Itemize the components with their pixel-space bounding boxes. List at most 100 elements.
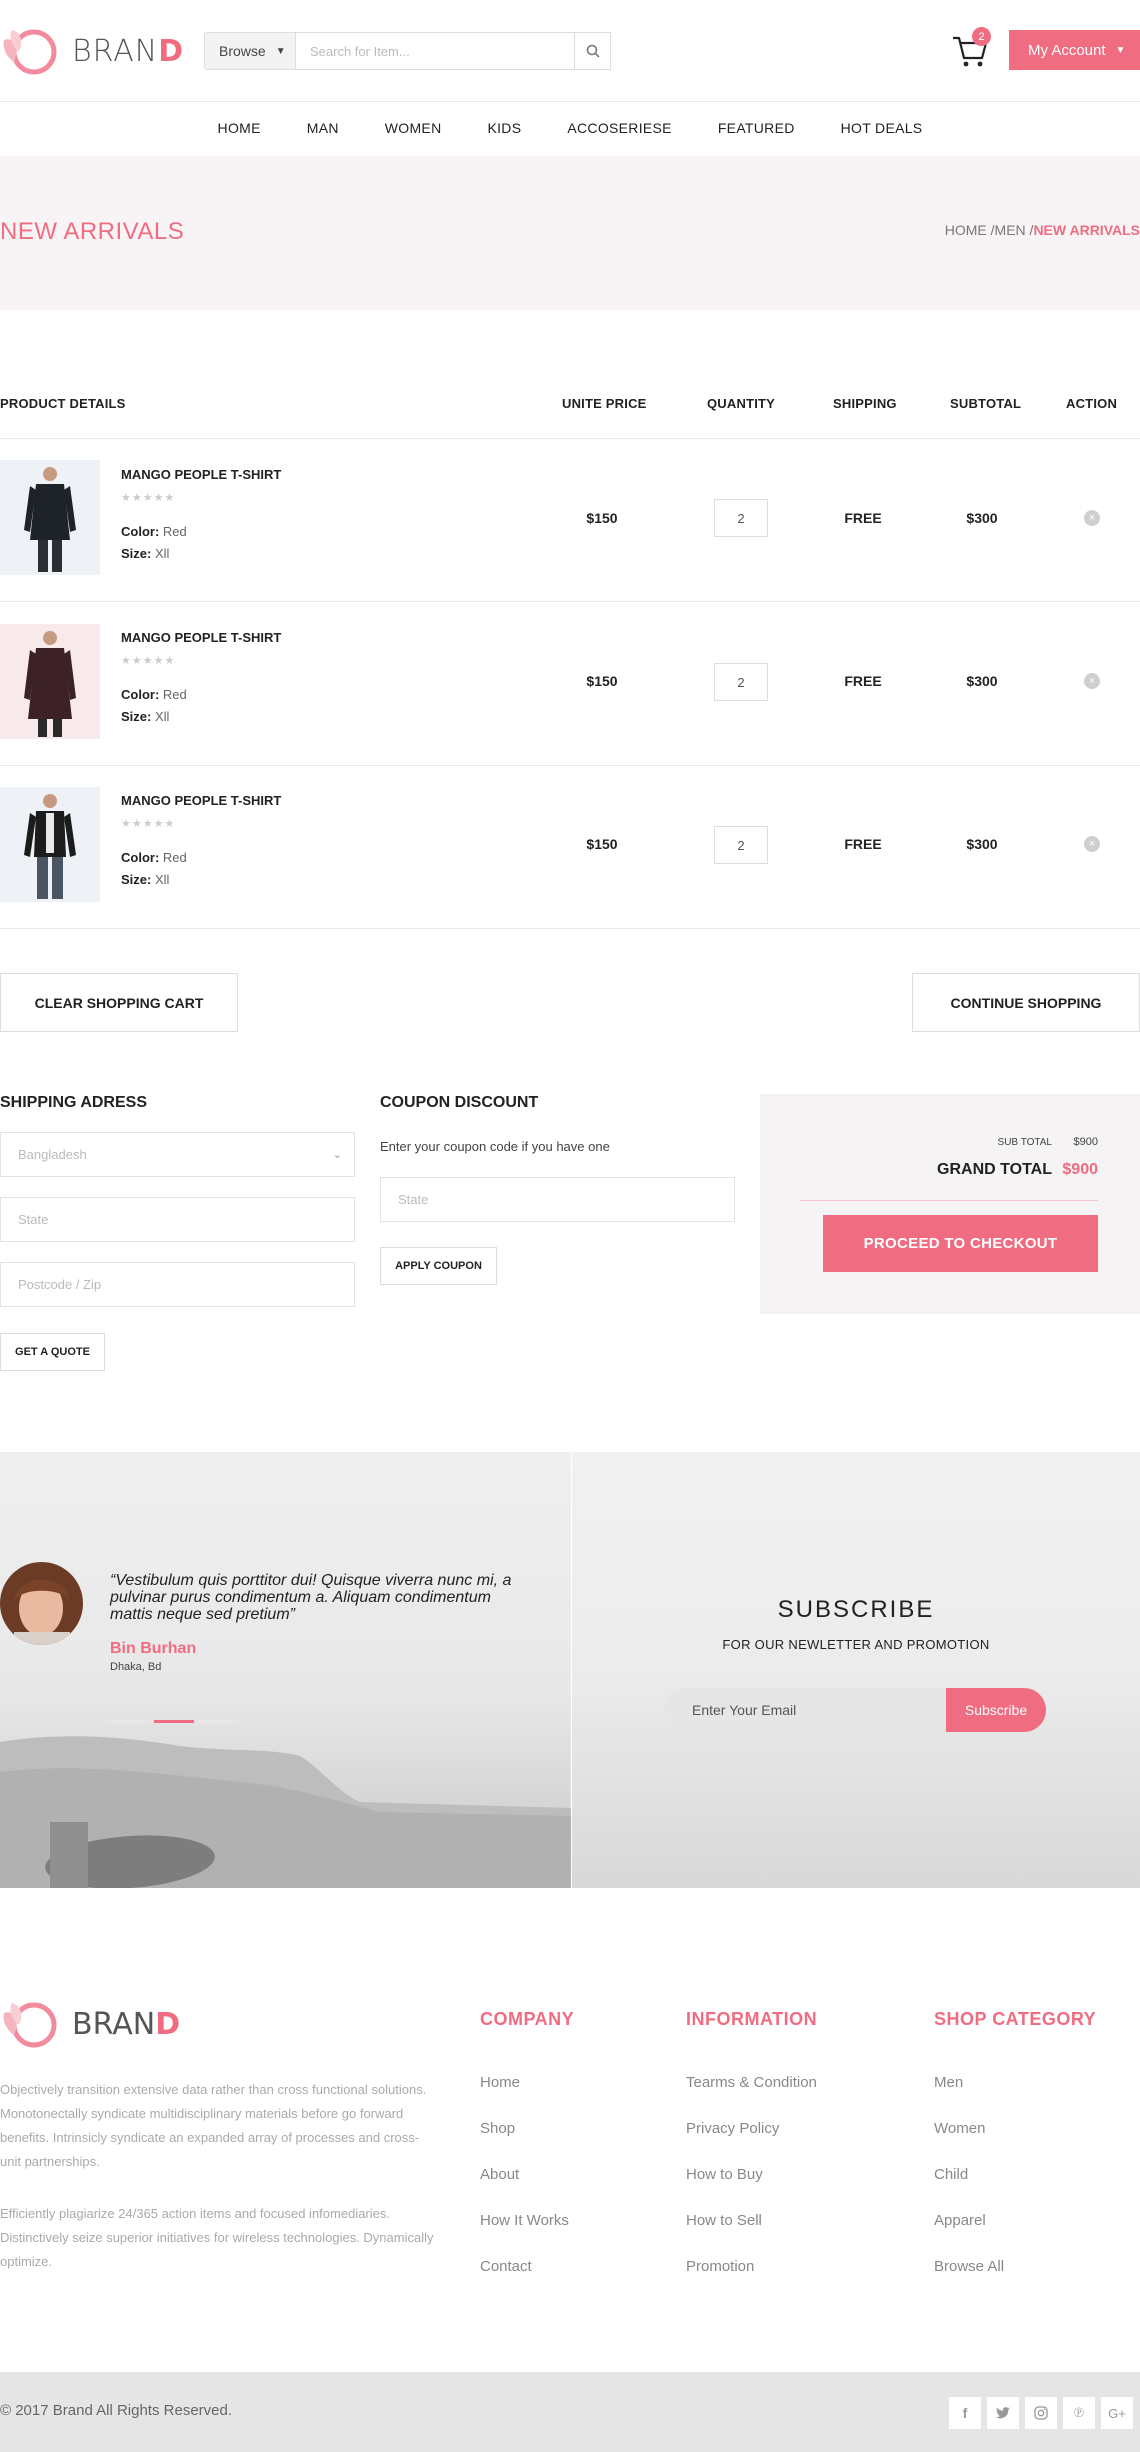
state-field[interactable]: State [0,1197,355,1242]
unit-price: $150 [586,836,618,852]
search-button[interactable] [575,32,611,70]
footer-brand-name[interactable]: BRAND [72,2007,180,2042]
footer-link-apparel[interactable]: Apparel [934,2212,986,2229]
nav-hot-deals[interactable]: HOT DEALS [818,102,946,154]
breadcrumb-men[interactable]: MEN [995,222,1026,238]
get-quote-button[interactable]: GET A QUOTE [0,1333,105,1371]
main-nav: HOME MAN WOMEN KIDS ACCOSERIESE FEATURED… [0,102,1140,154]
header-product-details: PRODUCT DETAILS [0,396,126,411]
brand-name[interactable]: BRAND [72,34,184,69]
footer-link-terms[interactable]: Tearms & Condition [686,2074,817,2091]
subscribe-title: SUBSCRIBE [777,1596,935,1623]
footer-link-child[interactable]: Child [934,2166,968,2183]
table-divider [0,438,1140,439]
product-size: Size: Xll [121,709,170,724]
unit-price: $150 [586,673,618,689]
header-subtotal: SUBTOTAL [950,396,1022,411]
product-name[interactable]: MANGO PEOPLE T-SHIRT [121,793,281,808]
footer-link-how-it-works[interactable]: How It Works [480,2212,569,2229]
footer-link-browse-all[interactable]: Browse All [934,2258,1004,2275]
nav-kids[interactable]: KIDS [464,102,544,154]
page-title: NEW ARRIVALS [0,218,185,245]
header-action: ACTION [1066,396,1118,411]
subscribe-button[interactable]: Subscribe [946,1688,1046,1732]
caret-down-icon: ▼ [1115,44,1126,56]
footer-logo-icon[interactable] [0,1995,60,2055]
header-shipping: SHIPPING [833,396,897,411]
quantity-input[interactable]: 2 [714,663,768,701]
product-image[interactable] [0,624,100,739]
footer-link-women[interactable]: Women [934,2120,985,2137]
footer-link-men[interactable]: Men [934,2074,963,2091]
footer-about-text: Objectively transition extensive data ra… [0,2082,427,2169]
carousel-dot[interactable] [110,1720,150,1723]
star-rating: ★★★★★ [121,818,176,830]
subtotal-value: $300 [966,836,998,852]
search-input[interactable]: Search for Item... [295,32,575,70]
email-input[interactable]: Enter Your Email [664,1688,946,1732]
twitter-icon[interactable] [987,2397,1019,2429]
footer-company-title: COMPANY [480,2009,575,2029]
coupon-title: COUPON DISCOUNT [380,1094,539,1111]
breadcrumb-home[interactable]: HOME [945,222,987,238]
remove-item-icon[interactable]: × [1084,510,1100,526]
product-image[interactable] [0,787,100,902]
summary-divider [800,1200,1098,1201]
cart-count-badge: 2 [972,27,991,46]
my-account-button[interactable]: My Account ▼ [1009,30,1140,70]
google-plus-icon[interactable]: G+ [1101,2397,1133,2429]
remove-item-icon[interactable]: × [1084,673,1100,689]
product-image[interactable] [0,460,100,575]
subtotal-amount: $900 [1073,1136,1098,1148]
pinterest-icon[interactable]: ℗ [1063,2397,1095,2429]
zip-field[interactable]: Postcode / Zip [0,1262,355,1307]
footer-link-contact[interactable]: Contact [480,2258,532,2275]
breadcrumb: HOME /MEN /NEW ARRIVALS [944,222,1140,238]
promo-section [0,1452,1140,1888]
coupon-hint: Enter your coupon code if you have one [380,1139,610,1154]
coupon-field[interactable]: State [380,1177,735,1222]
remove-item-icon[interactable]: × [1084,836,1100,852]
footer-about-text-2: Efficiently plagiarize 24/365 action ite… [0,2206,434,2269]
clear-cart-button[interactable]: CLEAR SHOPPING CART [0,973,238,1032]
quantity-input[interactable]: 2 [714,499,768,537]
browse-dropdown[interactable]: Browse ▼ [204,32,295,70]
nav-accessories[interactable]: ACCOSERIESE [544,102,694,154]
proceed-checkout-button[interactable]: PROCEED TO CHECKOUT [823,1215,1098,1272]
footer-link-how-to-buy[interactable]: How to Buy [686,2166,763,2183]
coast-scene-image [0,1736,572,1888]
footer-link-shop[interactable]: Shop [480,2120,515,2137]
facebook-icon[interactable]: f [949,2397,981,2429]
nav-home[interactable]: HOME [195,102,284,154]
quantity-input[interactable]: 2 [714,826,768,864]
brand-logo-icon[interactable] [0,22,60,82]
footer-link-promotion[interactable]: Promotion [686,2258,754,2275]
testimonial-name: Bin Burhan [110,1640,197,1657]
shipping-value: FREE [844,673,882,689]
order-summary [760,1094,1140,1314]
carousel-dot[interactable] [198,1720,238,1723]
product-name[interactable]: MANGO PEOPLE T-SHIRT [121,630,281,645]
chevron-down-icon: ⌄ [332,1149,342,1161]
subscribe-subtitle: FOR OUR NEWLETTER AND PROMOTION [722,1637,990,1652]
footer-link-about[interactable]: About [480,2166,519,2183]
carousel-dot-active[interactable] [154,1720,194,1723]
country-select[interactable]: Bangladesh ⌄ [0,1132,355,1177]
footer-link-how-to-sell[interactable]: How to Sell [686,2212,762,2229]
breadcrumb-current: NEW ARRIVALS [1033,222,1140,238]
unit-price: $150 [586,510,618,526]
copyright-text: © 2017 Brand All Rights Reserved. [0,2402,233,2419]
nav-man[interactable]: MAN [284,102,362,154]
footer-link-home[interactable]: Home [480,2074,520,2091]
apply-coupon-button[interactable]: APPLY COUPON [380,1247,497,1285]
continue-shopping-button[interactable]: CONTINUE SHOPPING [912,973,1140,1032]
star-rating: ★★★★★ [121,655,176,667]
instagram-icon[interactable] [1025,2397,1057,2429]
star-rating: ★★★★★ [121,492,176,504]
nav-featured[interactable]: FEATURED [695,102,818,154]
footer-link-privacy[interactable]: Privacy Policy [686,2120,779,2137]
search-icon [586,44,600,58]
subtotal-value: $300 [966,510,998,526]
nav-women[interactable]: WOMEN [362,102,465,154]
product-name[interactable]: MANGO PEOPLE T-SHIRT [121,467,281,482]
